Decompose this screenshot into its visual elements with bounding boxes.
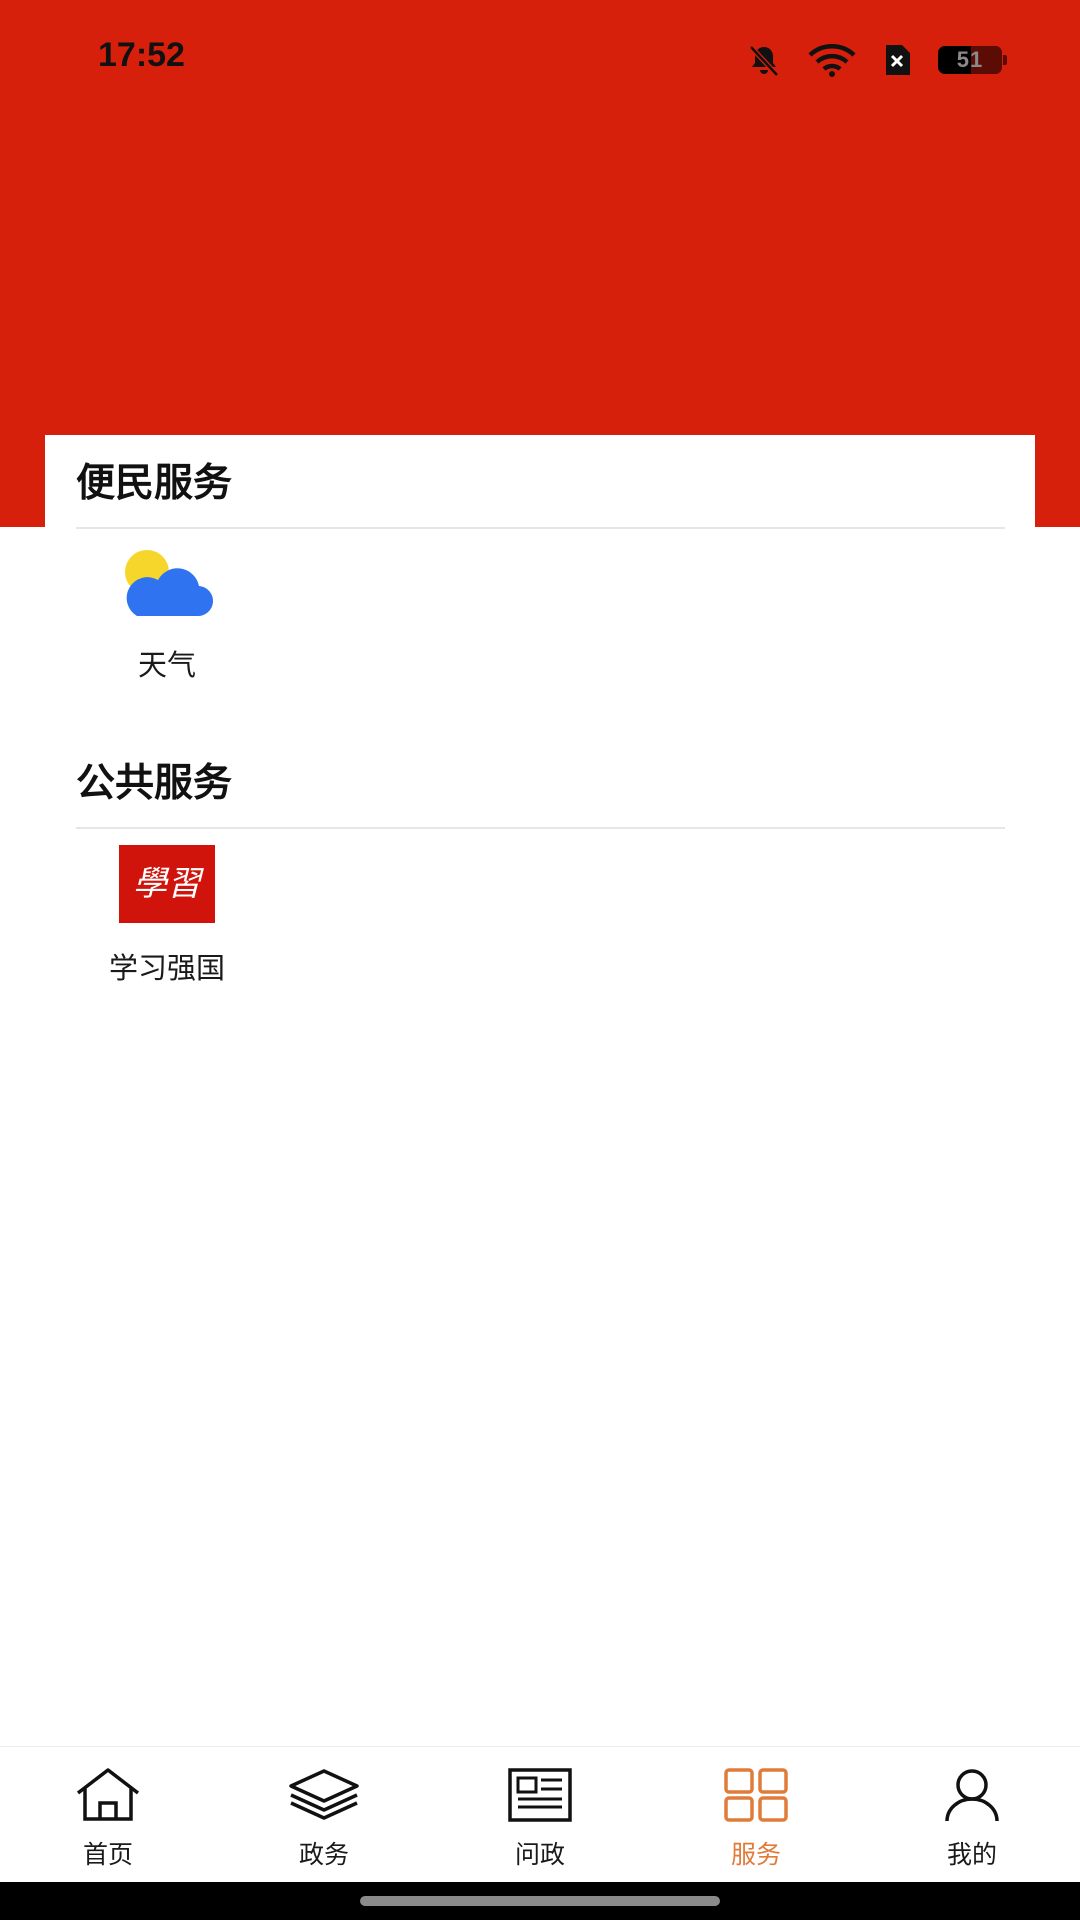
home-indicator[interactable]: [360, 1896, 720, 1906]
status-icons: 51: [746, 40, 1007, 80]
tab-home[interactable]: 首页: [0, 1747, 216, 1883]
tab-mine[interactable]: 我的: [864, 1747, 1080, 1883]
service-xuexi-qiangguo[interactable]: 學習 学习强国: [77, 845, 257, 987]
tab-label: 服务: [730, 1840, 781, 1869]
service-label: 学习强国: [108, 951, 225, 985]
section-divider: [76, 527, 1005, 529]
battery-percent: 51: [956, 47, 984, 72]
tab-label: 我的: [946, 1840, 997, 1869]
service-weather[interactable]: 天气: [77, 548, 257, 684]
battery-tip: [1003, 55, 1007, 65]
sim-error-icon: [882, 43, 912, 77]
tab-services[interactable]: 服务: [648, 1747, 864, 1883]
tab-label: 首页: [82, 1840, 133, 1869]
section-divider: [76, 827, 1005, 829]
xuexi-qiangguo-icon: 學習: [77, 845, 257, 923]
section-title: 便民服务: [76, 461, 233, 506]
bell-muted-icon: [746, 42, 782, 78]
section-convenience-services: 便民服务: [76, 459, 1005, 529]
battery-icon: 51: [938, 46, 1007, 74]
status-bar: 17:52 51: [0, 0, 1080, 115]
section-title: 公共服务: [76, 761, 233, 806]
tab-label: 政务: [298, 1840, 349, 1869]
tab-inquiry[interactable]: 问政: [432, 1747, 648, 1883]
status-time: 17:52: [98, 36, 185, 74]
bottom-tab-bar: 首页 政务 问政 服务 我的: [0, 1746, 1080, 1883]
weather-icon: [77, 548, 257, 620]
service-label: 天气: [137, 648, 196, 682]
section-public-services: 公共服务: [76, 759, 1005, 829]
system-navigation-bar: [0, 1882, 1080, 1920]
wifi-icon: [808, 43, 856, 77]
svg-text:學習: 學習: [133, 864, 204, 904]
tab-government-affairs[interactable]: 政务: [216, 1747, 432, 1883]
tab-label: 问政: [514, 1840, 565, 1869]
